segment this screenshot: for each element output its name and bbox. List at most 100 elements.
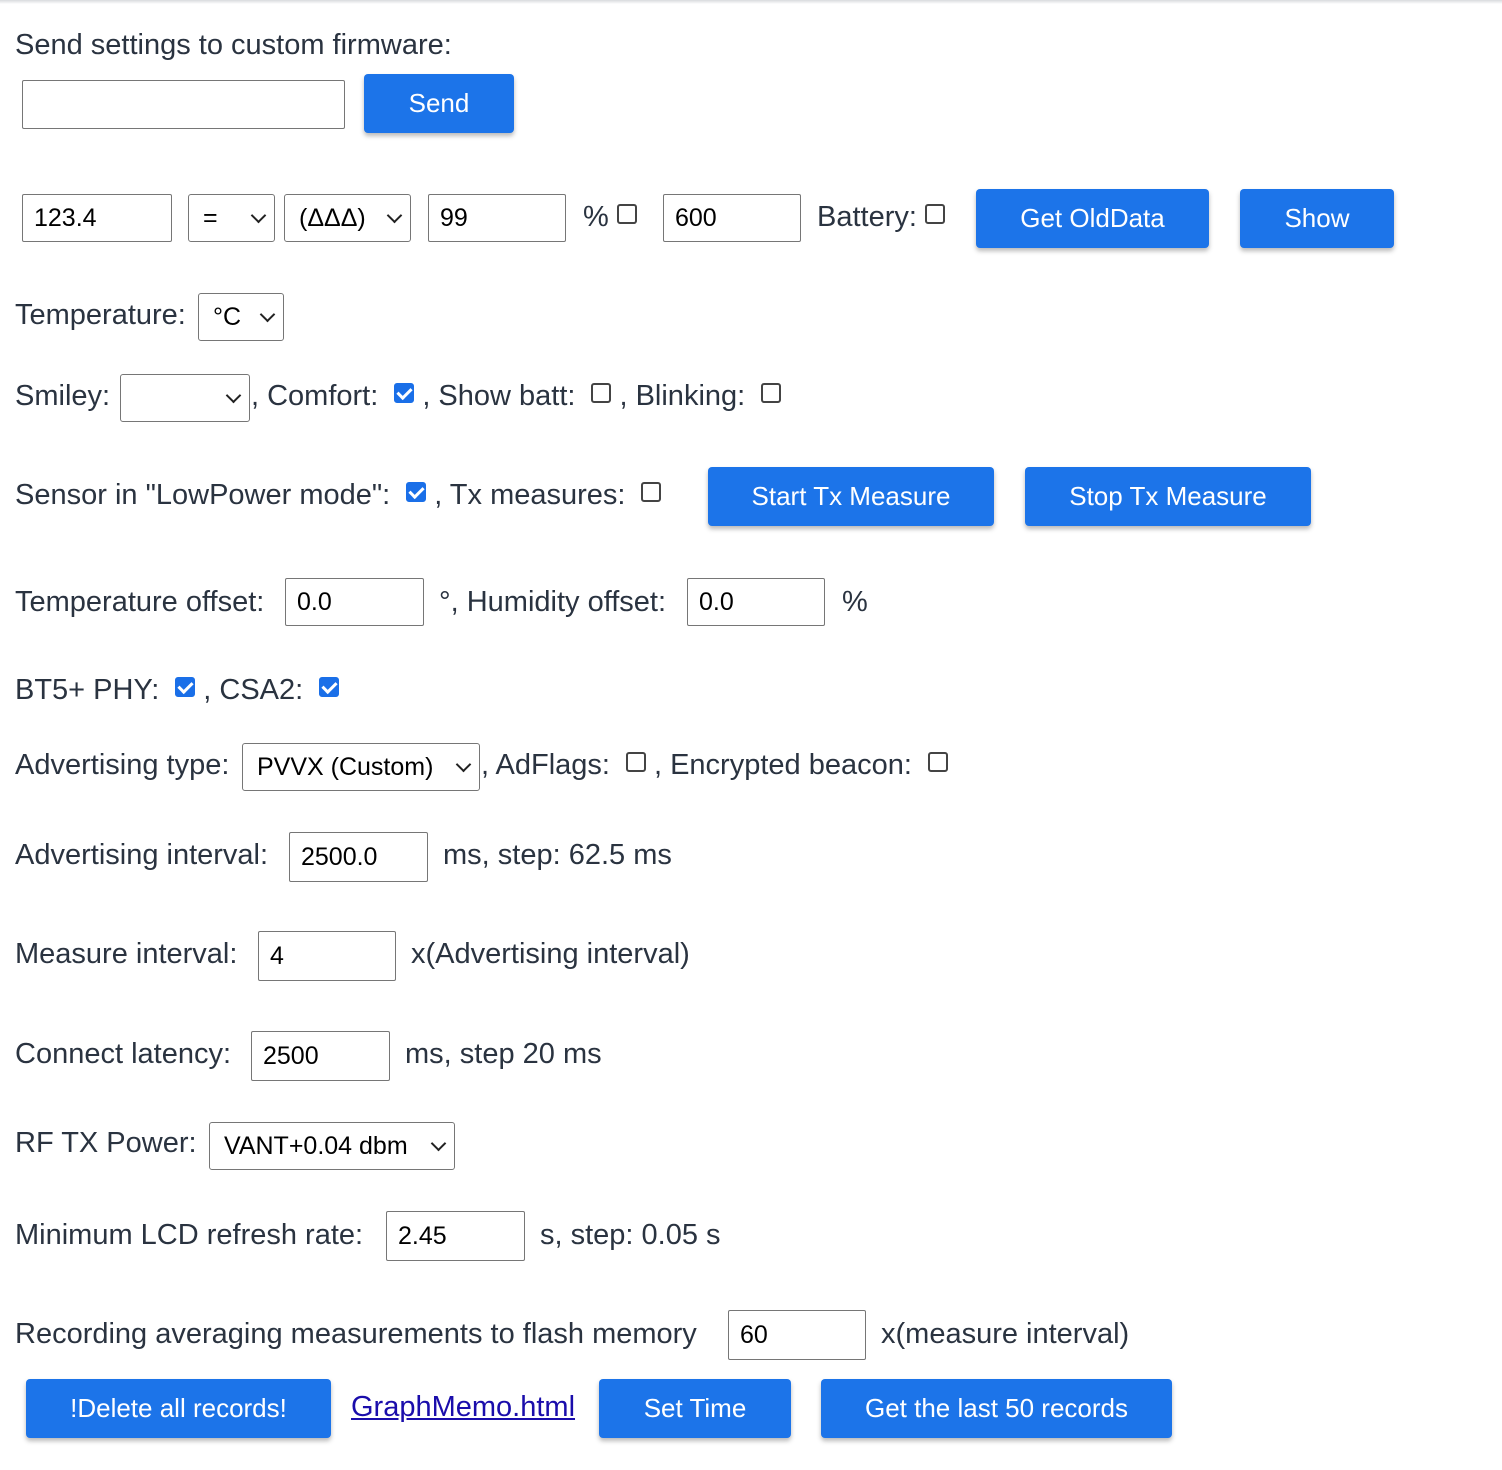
rf-power-select[interactable]: VANT+0.04 dbm xyxy=(209,1122,455,1170)
lowpower-row: Sensor in "LowPower mode": , Tx measures… xyxy=(15,470,662,520)
temperature-unit-value: °C xyxy=(213,302,242,331)
rf-power-label: RF TX Power: xyxy=(15,1126,197,1159)
symbol-select-value: (ΔΔΔ) xyxy=(299,203,366,232)
encrypted-beacon-label: , Encrypted beacon: xyxy=(653,748,912,781)
operator-select-value: = xyxy=(203,203,218,232)
recording-unit-row: x(measure interval) xyxy=(881,1309,1129,1359)
hum-offset-input[interactable] xyxy=(687,578,825,626)
adv-interval-unit-row: ms, step: 62.5 ms xyxy=(443,830,672,880)
measure-interval-unit: x(Advertising interval) xyxy=(411,937,690,970)
adv-interval-label-row: Advertising interval: xyxy=(15,830,268,880)
show-button[interactable]: Show xyxy=(1240,189,1394,248)
adv-type-label: Advertising type: xyxy=(15,748,230,781)
tx-measures-checkbox[interactable] xyxy=(641,482,662,502)
chevron-down-icon xyxy=(225,387,242,403)
value-input[interactable] xyxy=(22,194,172,242)
adflags-checkbox[interactable] xyxy=(625,752,646,772)
get-old-data-button[interactable]: Get OldData xyxy=(976,189,1209,248)
blinking-label: , Blinking: xyxy=(619,379,746,412)
temperature-row: Temperature: xyxy=(15,290,186,340)
phy-row: BT5+ PHY: , CSA2: xyxy=(15,665,340,715)
adv-flags-row: , AdFlags: , Encrypted beacon: xyxy=(481,740,948,790)
smiley-row: Smiley: xyxy=(15,371,110,421)
measure-interval-unit-row: x(Advertising interval) xyxy=(411,929,690,979)
percent-unit-row: % xyxy=(842,577,868,627)
lowpower-label: Sensor in "LowPower mode": xyxy=(15,478,391,511)
percent-checkbox[interactable] xyxy=(616,204,637,224)
send-settings-label: Send settings to custom firmware: xyxy=(15,28,452,61)
tx-measures-label: , Tx measures: xyxy=(434,478,626,511)
operator-select[interactable]: = xyxy=(188,194,275,242)
hum-offset-label-row: °, Humidity offset: xyxy=(439,577,666,627)
measure-interval-label: Measure interval: xyxy=(15,937,238,970)
measure-interval-input[interactable] xyxy=(258,931,396,981)
hum-offset-label: °, Humidity offset: xyxy=(439,585,667,618)
smiley-label: Smiley: xyxy=(15,379,111,412)
temp-offset-label-row: Temperature offset: xyxy=(15,577,264,627)
recording-input[interactable] xyxy=(728,1310,866,1360)
rf-power-select-value: VANT+0.04 dbm xyxy=(224,1131,408,1160)
connect-latency-input[interactable] xyxy=(251,1031,390,1081)
connect-latency-label-row: Connect latency: xyxy=(15,1029,231,1079)
chevron-down-icon xyxy=(455,756,472,772)
recording-label-row: Recording averaging measurements to flas… xyxy=(15,1309,697,1359)
smiley-options: , Comfort: , Show batt: , Blinking: xyxy=(251,371,782,421)
temperature-unit-select[interactable]: °C xyxy=(198,293,284,341)
count-input[interactable] xyxy=(663,194,801,242)
bt5-phy-checkbox[interactable] xyxy=(175,677,196,697)
chevron-down-icon xyxy=(430,1135,447,1151)
send-button[interactable]: Send xyxy=(364,74,514,133)
percent-label: % xyxy=(583,200,609,233)
smiley-select[interactable] xyxy=(120,374,250,422)
graph-link-row: GraphMemo.html xyxy=(351,1382,575,1432)
connect-latency-unit-row: ms, step 20 ms xyxy=(405,1029,602,1079)
get-last-records-button[interactable]: Get the last 50 records xyxy=(821,1379,1172,1438)
percent-group: % xyxy=(583,192,637,242)
chevron-down-icon xyxy=(250,207,267,223)
battery-label: Battery: xyxy=(817,200,917,233)
custom-settings-input[interactable] xyxy=(22,80,345,129)
adv-interval-label: Advertising interval: xyxy=(15,838,269,871)
stop-tx-measure-button[interactable]: Stop Tx Measure xyxy=(1025,467,1311,526)
csa2-checkbox[interactable] xyxy=(319,677,340,697)
temp-offset-label: Temperature offset: xyxy=(15,585,265,618)
chevron-down-icon xyxy=(386,207,403,223)
adv-interval-input[interactable] xyxy=(289,832,428,882)
measure-interval-label-row: Measure interval: xyxy=(15,929,237,979)
lcd-refresh-input[interactable] xyxy=(386,1211,525,1261)
show-batt-checkbox[interactable] xyxy=(591,383,612,403)
comfort-checkbox[interactable] xyxy=(394,383,415,403)
recording-unit: x(measure interval) xyxy=(881,1317,1130,1350)
set-time-button[interactable]: Set Time xyxy=(599,1379,791,1438)
adflags-label: , AdFlags: xyxy=(481,748,610,781)
lcd-refresh-unit-row: s, step: 0.05 s xyxy=(540,1210,721,1260)
percent-unit: % xyxy=(842,585,868,618)
graph-memo-link[interactable]: GraphMemo.html xyxy=(351,1391,575,1424)
blinking-checkbox[interactable] xyxy=(761,383,782,403)
bt5-phy-label: BT5+ PHY: xyxy=(15,673,160,706)
encrypted-beacon-checkbox[interactable] xyxy=(927,752,948,772)
csa2-label: , CSA2: xyxy=(203,673,304,706)
start-tx-measure-button[interactable]: Start Tx Measure xyxy=(708,467,994,526)
percent-input[interactable] xyxy=(428,194,566,242)
connect-latency-label: Connect latency: xyxy=(15,1037,232,1070)
lcd-refresh-label-row: Minimum LCD refresh rate: xyxy=(15,1210,363,1260)
adv-type-label-row: Advertising type: xyxy=(15,740,229,790)
chevron-down-icon xyxy=(259,306,276,322)
adv-type-select-value: PVVX (Custom) xyxy=(257,752,434,781)
adv-type-select[interactable]: PVVX (Custom) xyxy=(242,743,480,791)
show-batt-label: , Show batt: xyxy=(422,379,576,412)
send-settings-label-row: Send settings to custom firmware: xyxy=(15,20,452,70)
lowpower-checkbox[interactable] xyxy=(406,482,427,502)
temperature-label: Temperature: xyxy=(15,298,186,331)
connect-latency-unit: ms, step 20 ms xyxy=(405,1037,602,1070)
rf-power-label-row: RF TX Power: xyxy=(15,1118,197,1168)
delete-all-records-button[interactable]: !Delete all records! xyxy=(26,1379,331,1438)
lcd-refresh-label: Minimum LCD refresh rate: xyxy=(15,1218,364,1251)
lcd-refresh-unit: s, step: 0.05 s xyxy=(540,1218,721,1251)
comfort-label: , Comfort: xyxy=(251,379,379,412)
symbol-select[interactable]: (ΔΔΔ) xyxy=(284,194,411,242)
temp-offset-input[interactable] xyxy=(285,578,424,626)
battery-group: Battery: xyxy=(817,192,945,242)
battery-checkbox[interactable] xyxy=(924,204,945,224)
